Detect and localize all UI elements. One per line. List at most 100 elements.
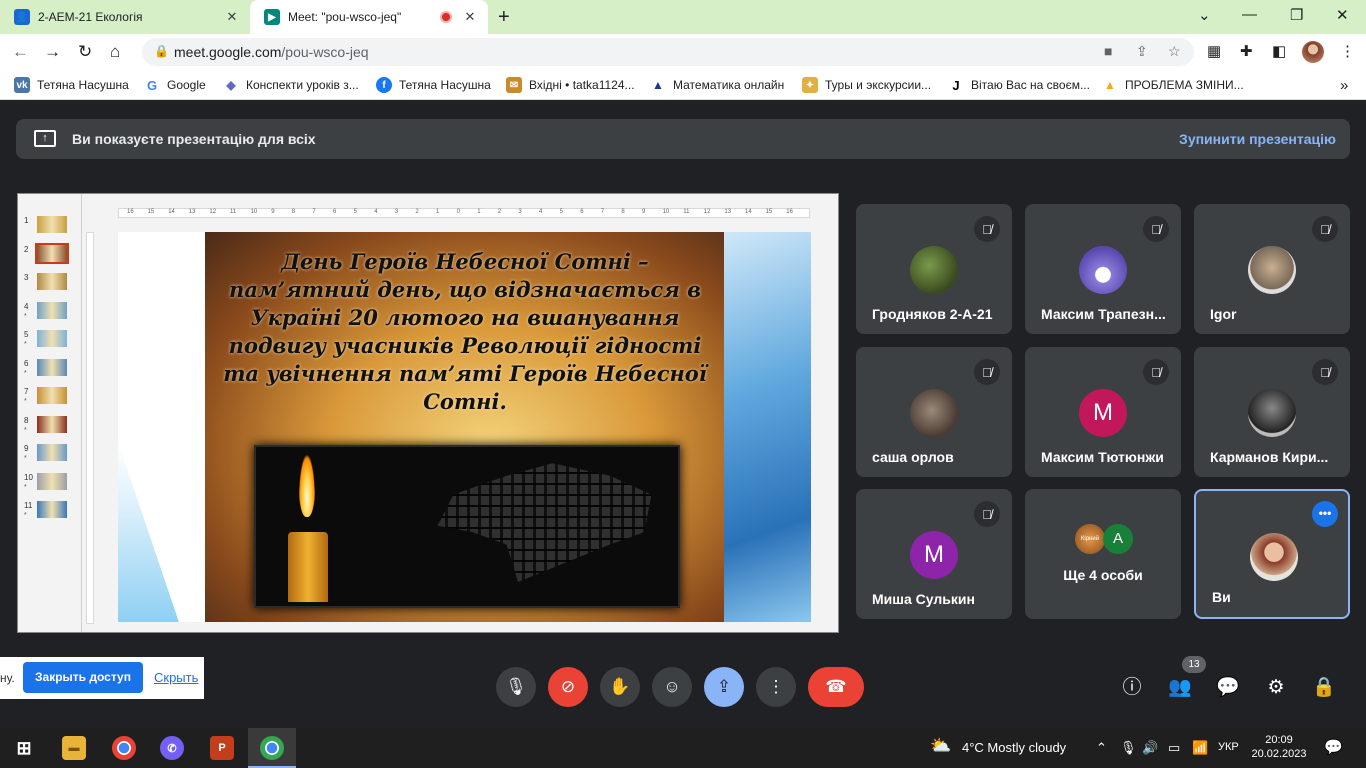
bookmark-item[interactable]: G Google (144, 76, 206, 94)
bookmark-star-icon[interactable]: ☆ (1168, 43, 1181, 60)
windows-start-icon[interactable]: ⊞ (12, 736, 36, 760)
bookmark-item[interactable]: ◆ Конспекти уроків з... (223, 76, 358, 94)
address-bar[interactable]: 🔒 meet.google.com/pou-wsco-jeq ■ ⇪ ☆ (142, 38, 1194, 66)
slide-thumbnail[interactable]: 2 (18, 242, 82, 265)
viber-icon[interactable]: ✆ (160, 736, 184, 760)
slide-number: 2 (24, 244, 29, 254)
close-tab-icon[interactable]: ✕ (460, 9, 480, 25)
browser-tab-strip: 👤 2-AEM-21 Екологія ✕ ▶ Meet: "pou-wsco-… (0, 0, 1366, 34)
ruler-tick: 15 (147, 209, 155, 215)
participant-tile[interactable]: 🎙̸ Igor (1194, 204, 1350, 334)
battery-icon[interactable]: ▭ (1168, 740, 1180, 756)
present-now-button[interactable]: ⇪ (704, 667, 744, 707)
language-indicator[interactable]: УКР (1218, 741, 1239, 753)
slide-thumbnail[interactable]: 8 * (18, 415, 82, 436)
slide-title: День Героїв Небесної Сотні – пам’ятний д… (223, 249, 707, 414)
close-tab-icon[interactable]: ✕ (222, 9, 242, 25)
leave-call-button[interactable]: ☎ (808, 667, 864, 707)
more-options-icon[interactable]: ••• (1312, 501, 1338, 527)
people-icon[interactable]: 👥 (1168, 676, 1192, 700)
weather-icon[interactable]: ⛅ (930, 736, 951, 756)
bookmark-item[interactable]: ▲ Математика онлайн (650, 76, 784, 94)
participant-tile[interactable]: 🎙̸ Гродняков 2-А-21 (856, 204, 1012, 334)
lock-icon[interactable]: 🔒 (154, 44, 169, 58)
bookmark-label: Вітаю Вас на своєм... (971, 78, 1090, 92)
chrome-icon[interactable] (112, 736, 136, 760)
puzzle-icon[interactable]: ✚ (1240, 42, 1253, 60)
url-text[interactable]: meet.google.com/pou-wsco-jeq (174, 44, 369, 60)
participant-tile[interactable]: 🎙̸ Карманов Кири... (1194, 347, 1350, 477)
bookmark-item[interactable]: vk Тетяна Насушна (14, 76, 129, 94)
bookmark-item[interactable]: ✉ Вхідні • tatka1124... (506, 76, 635, 94)
emoji-icon: ☺ (663, 677, 681, 696)
slide-thumbnail[interactable]: 4 * (18, 301, 82, 322)
slide-thumbnail[interactable]: 3 (18, 273, 82, 293)
maximize-button[interactable]: ❐ (1290, 6, 1303, 24)
menu-kebab-icon[interactable]: ⋮ (1340, 42, 1355, 60)
clock[interactable]: 20:09 20.02.2023 (1250, 733, 1308, 761)
chrome-meet-icon[interactable] (260, 736, 284, 760)
close-window-button[interactable]: ✕ (1336, 6, 1349, 24)
network-icon[interactable]: 📶 (1192, 740, 1208, 756)
side-panel-icon[interactable]: ◧ (1272, 42, 1286, 60)
slide-thumbnail[interactable]: 5 * (18, 330, 82, 350)
bookmarks-bar: vk Тетяна Насушна G Google ◆ Конспекти урок… (0, 70, 1366, 100)
powerpoint-icon[interactable]: P (210, 736, 234, 760)
shared-presentation[interactable]: 1 2 3 4 * 5 * 6 * 7 * 8 * 9 * 10 * 11 * 16 15 14 13 12 11 10 9 8 7 6… (17, 193, 839, 633)
bookmark-item[interactable]: J Вітаю Вас на своєм... (948, 76, 1090, 94)
bookmark-item[interactable]: f Тетяна Насушна (376, 76, 491, 94)
participant-tile[interactable]: 🎙̸ M Максим Тютюнжи (1025, 347, 1181, 477)
tab-search-icon[interactable]: ⌄ (1198, 6, 1211, 24)
current-slide: День Героїв Небесної Сотні – пам’ятний д… (118, 232, 811, 622)
host-controls-icon[interactable]: 🔒 (1312, 676, 1336, 700)
microphone-button[interactable]: 🎙 (496, 667, 536, 707)
forward-icon[interactable]: → (44, 42, 61, 62)
extension-icon[interactable]: ▦ (1207, 42, 1221, 60)
stop-presenting-button[interactable]: Зупинити презентацію (1179, 131, 1336, 147)
new-tab-button[interactable]: + (498, 6, 510, 29)
file-explorer-icon[interactable]: ▬ (62, 736, 86, 760)
volume-icon[interactable]: 🔊 (1142, 740, 1158, 756)
bookmark-item[interactable]: ✦ Туры и экскурсии... (802, 76, 931, 94)
others-tile[interactable]: Кірний A Ще 4 особи (1025, 489, 1181, 619)
chat-icon[interactable]: 💬 (1216, 676, 1240, 700)
weather-text[interactable]: 4°C Mostly cloudy (962, 740, 1066, 755)
tab-meet[interactable]: ▶ Meet: "pou-wsco-jeq" ✕ (250, 0, 488, 34)
tray-expand-icon[interactable]: ⌃ (1096, 740, 1107, 756)
date: 20.02.2023 (1251, 748, 1307, 760)
camera-blocked-icon[interactable]: ■ (1104, 43, 1112, 59)
bookmarks-more-icon[interactable]: » (1340, 76, 1348, 94)
slide-thumbnail[interactable]: 11 * (18, 501, 82, 521)
self-tile[interactable]: ••• Ви (1194, 489, 1350, 619)
present-icon: ⇪ (716, 677, 732, 696)
slide-thumbnail[interactable]: 6 * (18, 358, 82, 379)
mic-muted-icon: 🎙̸ (974, 501, 1000, 527)
reactions-button[interactable]: ☺ (652, 667, 692, 707)
notifications-icon[interactable]: 💬 (1324, 738, 1343, 756)
slide-thumbnail[interactable]: 7 * (18, 387, 82, 407)
mic-tray-icon[interactable]: 🎙 (1120, 740, 1137, 756)
animation-star-icon: * (24, 512, 27, 519)
profile-avatar[interactable] (1302, 41, 1324, 63)
camera-off-button[interactable]: ⊘ (548, 667, 588, 707)
share-icon[interactable]: ⇪ (1136, 43, 1148, 60)
reload-icon[interactable]: ↻ (78, 42, 92, 62)
participant-tile[interactable]: 🎙̸ Максим Трапезн... (1025, 204, 1181, 334)
bookmark-item[interactable]: ▲ ПРОБЛЕМА ЗМІНИ... (1102, 76, 1244, 94)
minimize-button[interactable]: — (1242, 6, 1257, 23)
more-options-button[interactable]: ⋮ (756, 667, 796, 707)
participant-tile[interactable]: 🎙̸ M Миша Сулькин (856, 489, 1012, 619)
meeting-info-icon[interactable]: ⓘ (1120, 676, 1144, 700)
close-access-button[interactable]: Закрыть доступ (23, 662, 143, 693)
raise-hand-button[interactable]: ✋ (600, 667, 640, 707)
tab-classroom[interactable]: 👤 2-AEM-21 Екологія ✕ (0, 0, 250, 34)
participant-tile[interactable]: 🎙̸ саша орлов (856, 347, 1012, 477)
slide-thumbnail[interactable]: 9 * (18, 444, 82, 464)
activities-icon[interactable]: ⚙ (1264, 676, 1288, 700)
hide-link[interactable]: Скрыть (154, 670, 198, 685)
slide-thumbnail[interactable]: 1 (18, 216, 82, 236)
slide-thumbnail[interactable]: 10 * (18, 472, 82, 493)
home-icon[interactable]: ⌂ (110, 42, 120, 62)
back-icon[interactable]: ← (12, 42, 29, 62)
vk-icon: vk (14, 77, 30, 93)
